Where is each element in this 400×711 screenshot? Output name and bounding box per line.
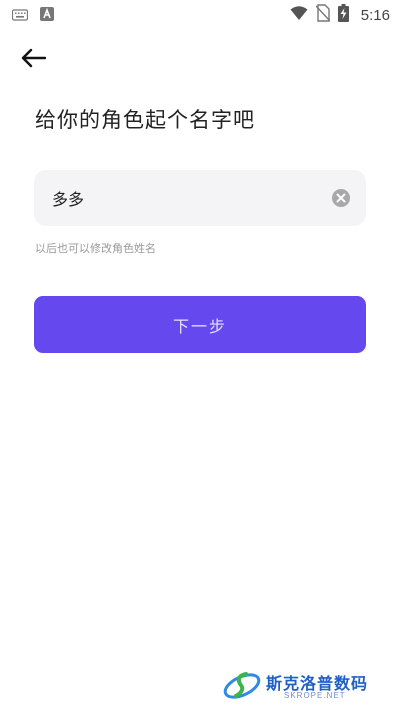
name-input[interactable]: [52, 170, 322, 226]
status-bar-right: 5:16: [290, 4, 390, 26]
status-bar: 5:16: [0, 0, 400, 28]
status-bar-left: [11, 6, 54, 25]
back-button[interactable]: [16, 46, 50, 74]
wifi-icon: [290, 5, 308, 25]
watermark-subtext: SKROPE.NET: [284, 691, 346, 700]
screen: 5:16 给你的角色起个名字吧 以后也可以修改角色姓名 下一步: [0, 0, 400, 711]
watermark-logo-icon: [222, 666, 262, 708]
next-button[interactable]: 下一步: [34, 296, 366, 353]
status-time: 5:16: [360, 6, 390, 24]
a-notification-icon: [40, 6, 54, 25]
watermark: 斯克洛普数码 SKROPE.NET: [222, 664, 392, 706]
name-field[interactable]: [34, 170, 366, 226]
page-title: 给你的角色起个名字吧: [35, 108, 255, 132]
no-sim-icon: [315, 4, 331, 26]
battery-charging-icon: [337, 4, 349, 26]
clear-icon[interactable]: [331, 188, 351, 208]
arrow-left-icon: [20, 48, 47, 72]
hint-text: 以后也可以修改角色姓名: [35, 242, 156, 255]
keyboard-icon: [11, 6, 29, 25]
